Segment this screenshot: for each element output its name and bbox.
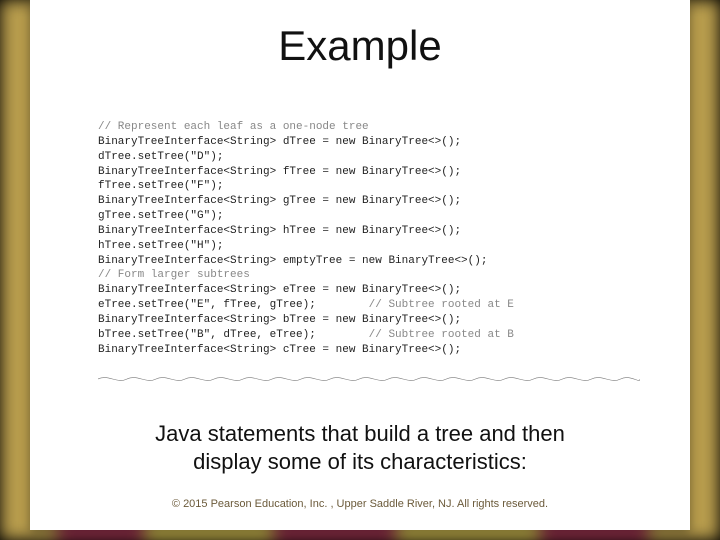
code-line: BinaryTreeInterface<String> hTree = new …: [98, 225, 461, 237]
code-line: fTree.setTree("F");: [98, 180, 223, 192]
code-inline-comment: // Subtree rooted at E: [316, 299, 514, 311]
code-line: gTree.setTree("G");: [98, 210, 223, 222]
code-line: eTree.setTree("E", fTree, gTree);: [98, 299, 316, 311]
code-line: BinaryTreeInterface<String> bTree = new …: [98, 314, 461, 326]
caption: Java statements that build a tree and th…: [30, 420, 690, 475]
code-comment: // Form larger subtrees: [98, 269, 250, 281]
code-comment: // Represent each leaf as a one-node tre…: [98, 121, 369, 133]
code-listing: // Represent each leaf as a one-node tre…: [98, 120, 640, 376]
code-line: dTree.setTree("D");: [98, 151, 223, 163]
code-line: BinaryTreeInterface<String> dTree = new …: [98, 136, 461, 148]
slide: Example // Represent each leaf as a one-…: [30, 0, 690, 530]
code-line: BinaryTreeInterface<String> fTree = new …: [98, 166, 461, 178]
code-line: BinaryTreeInterface<String> cTree = new …: [98, 344, 461, 356]
code-inline-comment: // Subtree rooted at B: [316, 329, 514, 341]
code-line: BinaryTreeInterface<String> eTree = new …: [98, 284, 461, 296]
torn-edge-decoration: [98, 373, 640, 385]
code-line: BinaryTreeInterface<String> emptyTree = …: [98, 255, 487, 267]
copyright-notice: © 2015 Pearson Education, Inc. , Upper S…: [30, 498, 690, 510]
code-line: hTree.setTree("H");: [98, 240, 223, 252]
code-line: bTree.setTree("B", dTree, eTree);: [98, 329, 316, 341]
slide-title: Example: [30, 22, 690, 70]
code-line: BinaryTreeInterface<String> gTree = new …: [98, 195, 461, 207]
caption-line: display some of its characteristics:: [30, 448, 690, 476]
caption-line: Java statements that build a tree and th…: [30, 420, 690, 448]
